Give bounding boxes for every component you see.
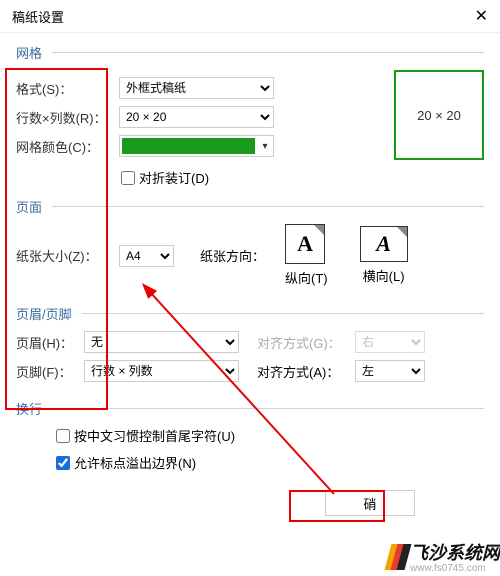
punct-overflow-label: 允许标点溢出边界(N) — [74, 453, 196, 472]
paper-size-label: 纸张大小(Z)： — [16, 246, 111, 265]
header-footer-section: 页眉/页脚 页眉(H)： 无 对齐方式(G)： 右 页脚(F)： 行数 × 列数… — [16, 304, 484, 389]
watermark-url: www.fs0745.com — [410, 563, 500, 574]
align-a-select[interactable]: 左 — [355, 360, 425, 382]
grid-color-select[interactable]: ▾ — [119, 135, 274, 157]
landscape-button[interactable]: A — [360, 226, 408, 262]
page-legend: 页面 — [16, 197, 46, 216]
preview-text: 20 × 20 — [417, 108, 461, 123]
portrait-button[interactable]: A — [285, 224, 325, 264]
close-icon[interactable]: ✕ — [475, 6, 488, 26]
watermark: 飞沙系统网 www.fs0745.com — [388, 539, 500, 574]
grid-color-label: 网格颜色(C)： — [16, 137, 111, 156]
align-g-select: 右 — [355, 331, 425, 353]
fold-bind-label: 对折装订(D) — [139, 168, 209, 187]
rows-cols-label: 行数×列数(R)： — [16, 108, 111, 127]
color-swatch — [122, 138, 255, 154]
format-select[interactable]: 外框式稿纸 — [119, 77, 274, 99]
align-a-label: 对齐方式(A)： — [257, 362, 347, 381]
align-g-label: 对齐方式(G)： — [257, 333, 347, 352]
punct-overflow-checkbox[interactable] — [56, 456, 70, 470]
wrap-section: 换行 按中文习惯控制首尾字符(U) 允许标点溢出边界(N) — [16, 399, 484, 472]
watermark-icon — [388, 544, 406, 570]
portrait-label: 纵向(T) — [285, 268, 328, 287]
fold-bind-checkbox[interactable] — [121, 171, 135, 185]
wrap-legend: 换行 — [16, 399, 46, 418]
format-label: 格式(S)： — [16, 79, 111, 98]
paper-size-select[interactable]: A4 — [119, 245, 174, 267]
direction-label: 纸张方向： — [200, 246, 265, 265]
grid-section: 网格 格式(S)： 外框式稿纸 行数×列数(R)： 20 × 20 — [16, 43, 484, 187]
footer-select[interactable]: 行数 × 列数 — [84, 360, 239, 382]
grid-legend: 网格 — [16, 43, 46, 62]
page-section: 页面 纸张大小(Z)： A4 纸张方向： A 纵向(T) A 横向(L) — [16, 197, 484, 294]
grid-preview: 20 × 20 — [394, 70, 484, 160]
cjk-control-checkbox[interactable] — [56, 429, 70, 443]
watermark-text: 飞沙系统网 — [410, 543, 500, 563]
ok-button[interactable]: 硝 — [325, 490, 415, 516]
header-select[interactable]: 无 — [84, 331, 239, 353]
rows-cols-select[interactable]: 20 × 20 — [119, 106, 274, 128]
ok-button-label: 硝 — [363, 494, 376, 513]
cjk-control-label: 按中文习惯控制首尾字符(U) — [74, 426, 235, 445]
window-title: 稿纸设置 — [12, 7, 64, 26]
header-label: 页眉(H)： — [16, 333, 76, 352]
landscape-label: 横向(L) — [360, 266, 408, 285]
hf-legend: 页眉/页脚 — [16, 304, 76, 323]
footer-label: 页脚(F)： — [16, 362, 76, 381]
landscape-icon: A — [376, 231, 391, 257]
portrait-icon: A — [297, 231, 313, 257]
chevron-down-icon: ▾ — [257, 141, 273, 152]
